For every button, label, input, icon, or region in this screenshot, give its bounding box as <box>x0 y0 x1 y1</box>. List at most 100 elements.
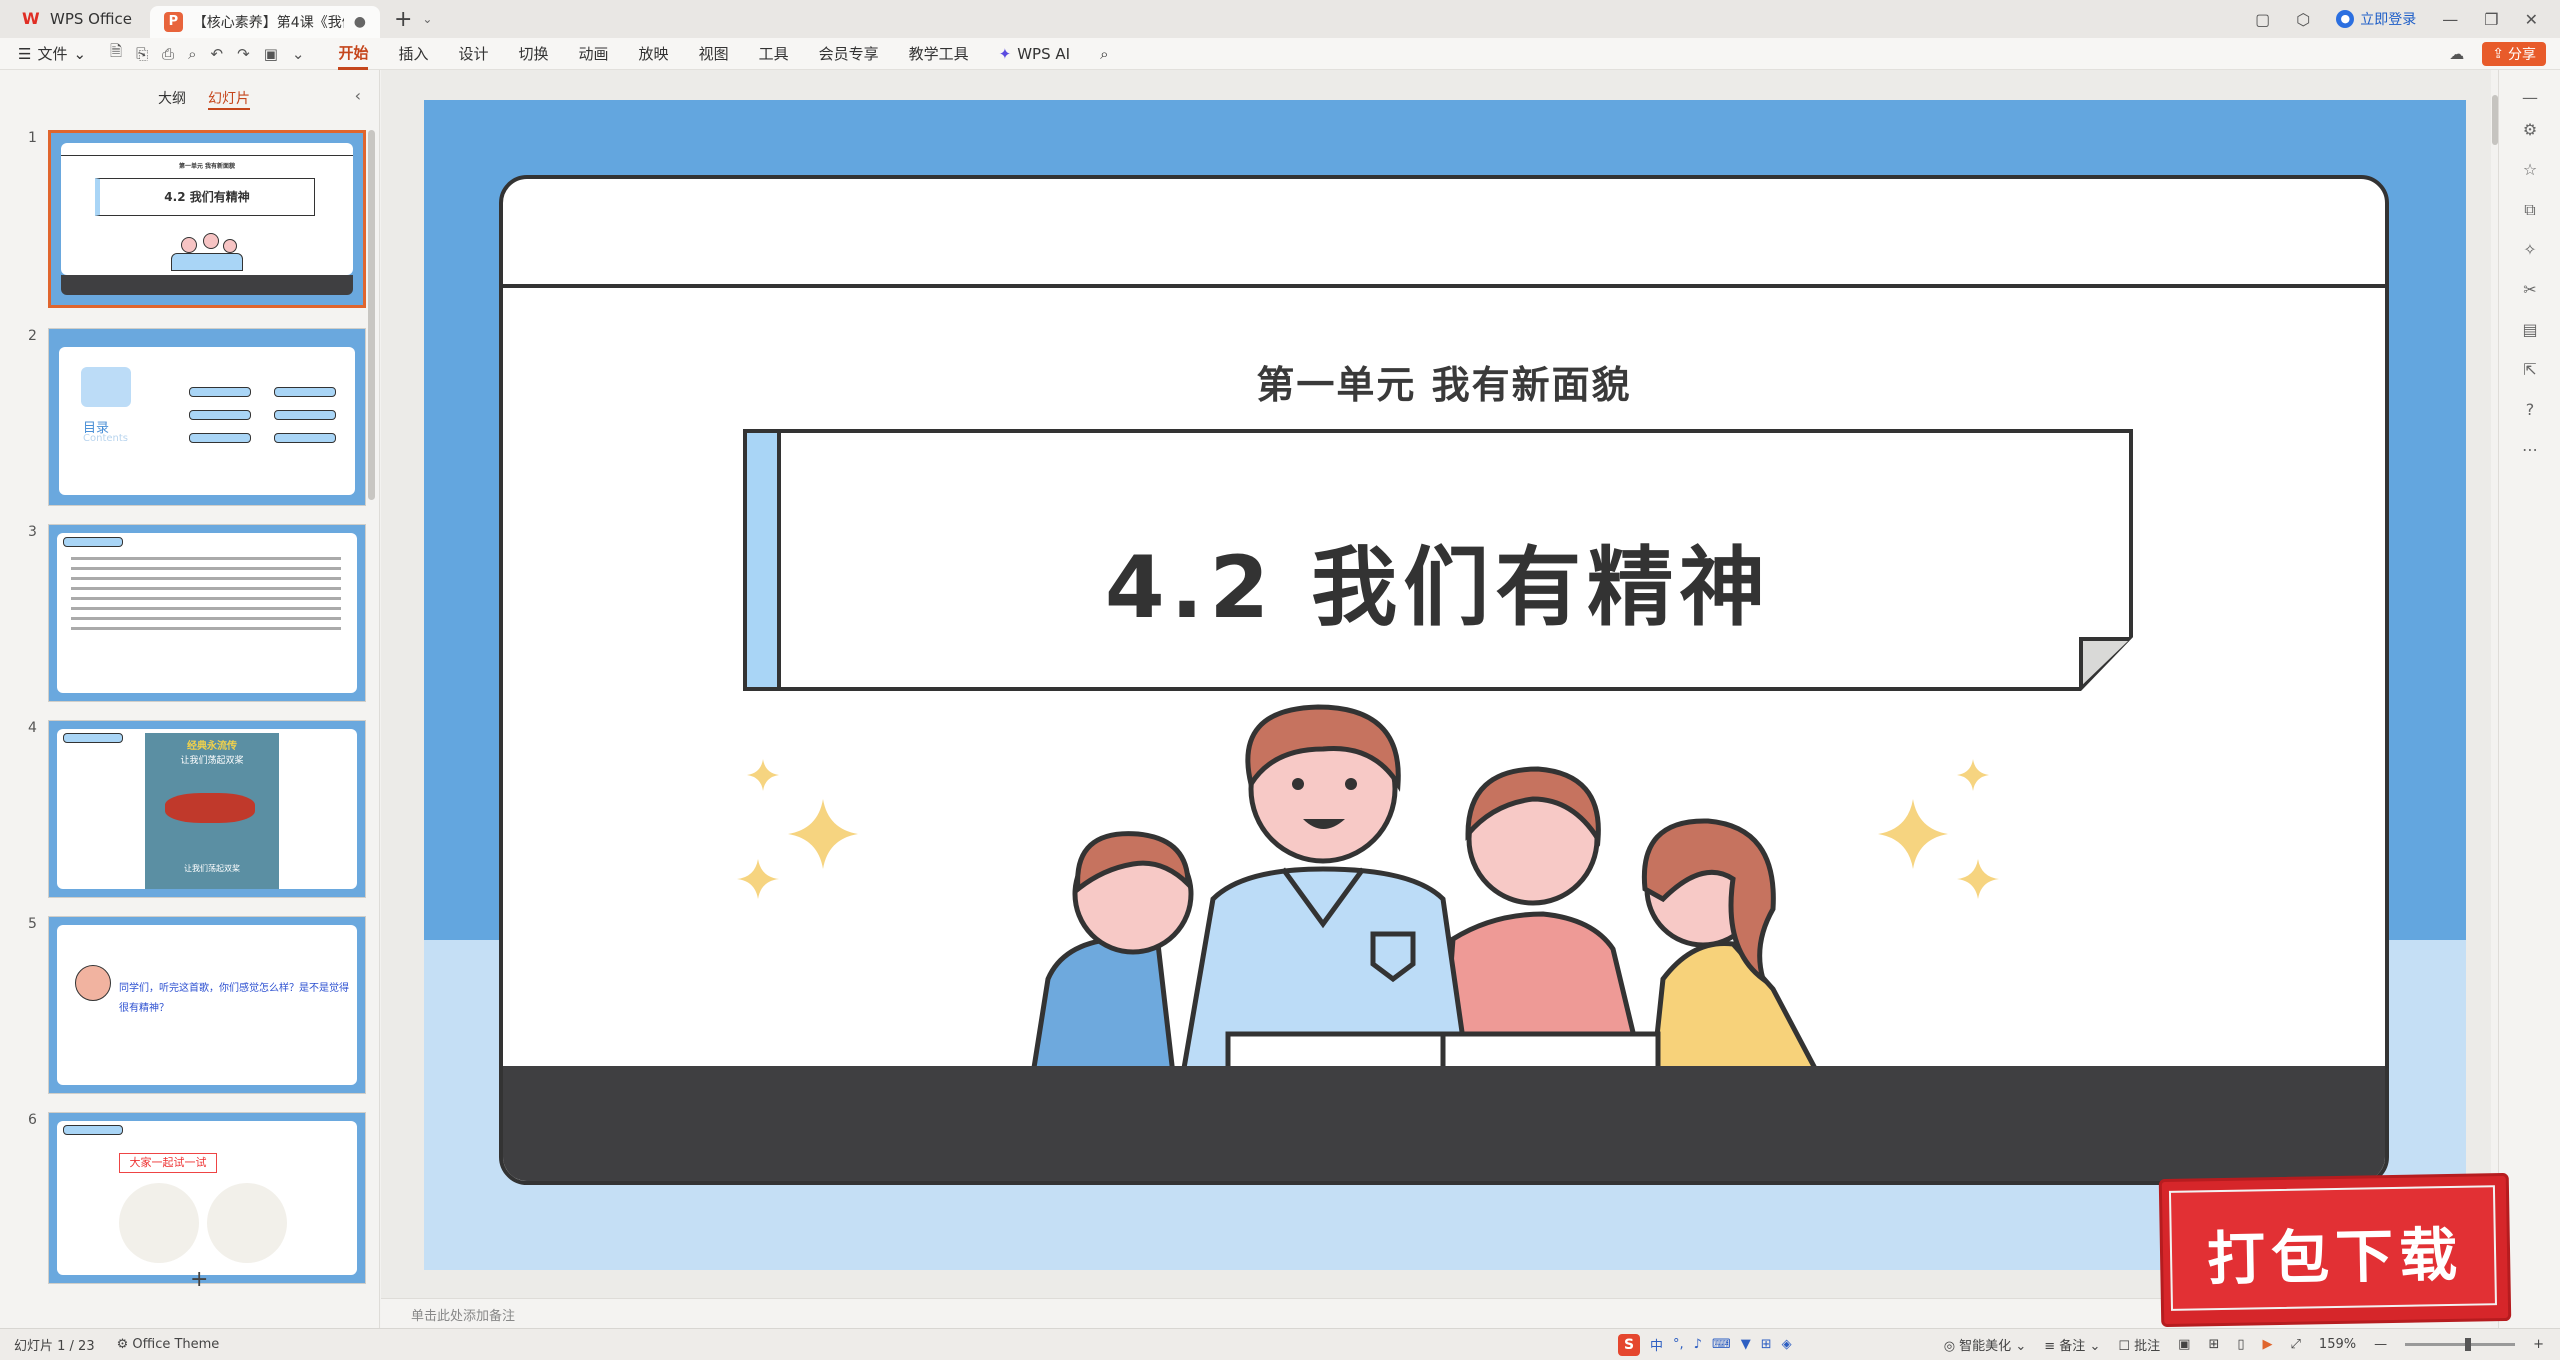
wps-ai-label: WPS AI <box>1017 44 1071 63</box>
download-sticker[interactable]: 打包下载 <box>2158 1172 2512 1328</box>
shirt-icon[interactable]: ▼ <box>1741 1337 1751 1352</box>
comments-label: 批注 <box>2134 1339 2161 1354</box>
close-tab-icon[interactable]: ● <box>354 14 366 30</box>
tab-view[interactable]: 视图 <box>699 39 729 68</box>
file-menu-label: 文件 <box>37 45 68 63</box>
grid-icon[interactable]: ⊞ <box>1761 1337 1772 1352</box>
slide-thumbnail[interactable]: 同学们，听完这首歌，你们感觉怎么样？是不是觉得很有精神？ <box>48 916 366 1094</box>
zoom-slider[interactable] <box>2405 1338 2516 1351</box>
ai-icon: ✦ <box>998 44 1012 63</box>
slide-thumbnail[interactable]: 经典永流传 让我们荡起双桨 让我们荡起双桨 <box>48 720 366 898</box>
help-icon[interactable]: ? <box>2519 400 2541 422</box>
reading-view-icon[interactable]: ▯ <box>2237 1337 2244 1352</box>
star-icon[interactable]: ☆ <box>2519 160 2541 182</box>
share-strip-icon[interactable]: ⇱ <box>2519 360 2541 382</box>
tab-teaching-tools[interactable]: 教学工具 <box>909 39 969 68</box>
title-bar: W WPS Office P 【核心素养】第4课《我们有精神》 ● + ⌄ ▢ … <box>0 0 2560 38</box>
thumb-question: 同学们，听完这首歌，你们感觉怎么样？是不是觉得很有精神？ <box>119 983 349 1014</box>
menu-tabs: 开始 插入 设计 切换 动画 放映 视图 工具 会员专享 教学工具 ✦ WPS … <box>338 38 1108 70</box>
magic-icon[interactable]: ✧ <box>2519 240 2541 262</box>
ime-chinese-icon[interactable]: 中 <box>1650 1335 1663 1354</box>
add-slide-icon[interactable]: + <box>190 1267 208 1292</box>
zoom-in-icon[interactable]: + <box>2533 1337 2544 1352</box>
redo-icon[interactable]: ↷ <box>237 45 250 63</box>
sogou-ime-icon[interactable]: S <box>1618 1333 1640 1356</box>
tab-wps-ai[interactable]: ✦ WPS AI <box>999 41 1070 67</box>
thumb-poster-title: 经典永流传 <box>187 741 237 752</box>
tab-slideshow[interactable]: 放映 <box>639 39 669 68</box>
export-icon[interactable]: ⎘ <box>136 45 148 63</box>
slide-canvas: 第一单元 我有新面貌 4.2 我们有精神 <box>381 70 2498 1298</box>
search-icon[interactable]: ⌕ <box>1100 41 1108 67</box>
unit-title[interactable]: 第一单元 我有新面貌 <box>503 354 2385 409</box>
chevron-down-icon: ⌄ <box>2015 1339 2027 1354</box>
tab-home[interactable]: 开始 <box>338 38 369 70</box>
theme-indicator[interactable]: ⚙ Office Theme <box>117 1337 220 1352</box>
normal-view-icon[interactable]: ▣ <box>2178 1337 2190 1352</box>
print-icon[interactable]: ⎙ <box>162 45 174 63</box>
format-painter-icon[interactable]: ▣ <box>264 45 278 63</box>
slide-card: 第一单元 我有新面貌 4.2 我们有精神 <box>499 175 2389 1185</box>
adjust-icon[interactable]: ⚙ <box>2519 120 2541 142</box>
cube-icon[interactable]: ⬡ <box>2296 10 2310 29</box>
zoom-knob[interactable] <box>2465 1338 2472 1351</box>
zoom-level[interactable]: 159% <box>2319 1337 2356 1352</box>
sorter-view-icon[interactable]: ⊞ <box>2208 1337 2219 1352</box>
wps-logo-icon: W <box>22 9 40 28</box>
slide-number: 3 <box>28 524 37 540</box>
tab-insert[interactable]: 插入 <box>398 39 428 68</box>
tools-icon[interactable]: ✂ <box>2519 280 2541 302</box>
login-button[interactable]: ● 立即登录 <box>2336 9 2416 29</box>
slide-thumbnail[interactable]: 第一单元 我有新面貌 4.2 我们有精神 <box>48 130 366 308</box>
tab-list-chevron-icon[interactable]: ⌄ <box>422 12 432 26</box>
restore-icon[interactable]: ❐ <box>2484 10 2498 29</box>
minimize-icon[interactable]: — <box>2442 10 2458 29</box>
keyboard-icon[interactable]: ⌨ <box>1712 1337 1731 1352</box>
fit-window-icon[interactable]: ⤢ <box>2291 1337 2301 1352</box>
slide-counter: 幻灯片 1 / 23 <box>14 1339 95 1354</box>
collapse-strip-icon[interactable]: — <box>2519 88 2541 110</box>
tab-animation[interactable]: 动画 <box>579 39 609 68</box>
microphone-icon[interactable]: ♪ <box>1694 1337 1702 1352</box>
tab-tools[interactable]: 工具 <box>759 39 789 68</box>
tab-member[interactable]: 会员专享 <box>819 39 879 68</box>
thumb-poster-sub: 让我们荡起双桨 <box>180 756 244 766</box>
wps-home-tab[interactable]: W WPS Office <box>0 0 150 38</box>
share-button[interactable]: ⇪ 分享 <box>2482 42 2546 66</box>
copy-icon[interactable]: ⧉ <box>2519 200 2541 222</box>
thumb-unit-title: 第一单元 我有新面貌 <box>178 163 236 170</box>
slide-number: 5 <box>28 916 37 932</box>
more-icon[interactable]: ⋯ <box>2519 440 2541 462</box>
document-tab-title: 【核心素养】第4课《我们有精神》 <box>192 15 344 31</box>
beautify-button[interactable]: ◎ 智能美化 ⌄ <box>1944 1335 2027 1354</box>
file-menu-button[interactable]: ☰ 文件 ⌄ <box>0 43 100 64</box>
new-tab-icon[interactable]: + <box>394 7 412 32</box>
slide-thumbnail[interactable]: 大家一起试一试 <box>48 1112 366 1284</box>
ime-punct-icon[interactable]: °, <box>1673 1337 1684 1352</box>
tab-transition[interactable]: 切换 <box>519 39 549 68</box>
print-preview-icon[interactable]: ⌕ <box>188 45 196 63</box>
save-icon[interactable]: 🗎 <box>110 41 122 66</box>
notes-button[interactable]: ≡ 备注 ⌄ <box>2044 1335 2100 1354</box>
collapse-panel-icon[interactable]: ‹ <box>355 86 361 105</box>
more-chevron-icon[interactable]: ⌄ <box>292 45 305 63</box>
zoom-out-icon[interactable]: — <box>2374 1337 2387 1352</box>
comments-button[interactable]: ☐ 批注 <box>2118 1335 2160 1354</box>
book-icon[interactable]: ▤ <box>2519 320 2541 342</box>
beautify-icon: ◎ <box>1943 1339 1956 1354</box>
slideshow-play-icon[interactable]: ▶ <box>2263 1337 2273 1352</box>
close-window-icon[interactable]: ✕ <box>2525 10 2538 29</box>
thumbnail-scrollbar[interactable] <box>368 130 375 500</box>
slide-thumbnail[interactable]: 目录 Contents <box>48 328 366 506</box>
skin-icon[interactable]: ◈ <box>1782 1337 1792 1352</box>
tab-slides[interactable]: 幻灯片 <box>208 88 250 110</box>
tab-design[interactable]: 设计 <box>459 39 489 68</box>
thumb-people-illustration <box>161 231 251 271</box>
tab-outline[interactable]: 大纲 <box>158 88 186 110</box>
cloud-sync-icon[interactable]: ☁ <box>2449 45 2464 63</box>
undo-icon[interactable]: ↶ <box>211 45 224 63</box>
slide[interactable]: 第一单元 我有新面貌 4.2 我们有精神 <box>424 100 2466 1270</box>
window-layout-icon[interactable]: ▢ <box>2255 10 2270 29</box>
document-tab[interactable]: P 【核心素养】第4课《我们有精神》 ● <box>149 6 380 38</box>
slide-thumbnail[interactable] <box>48 524 366 702</box>
